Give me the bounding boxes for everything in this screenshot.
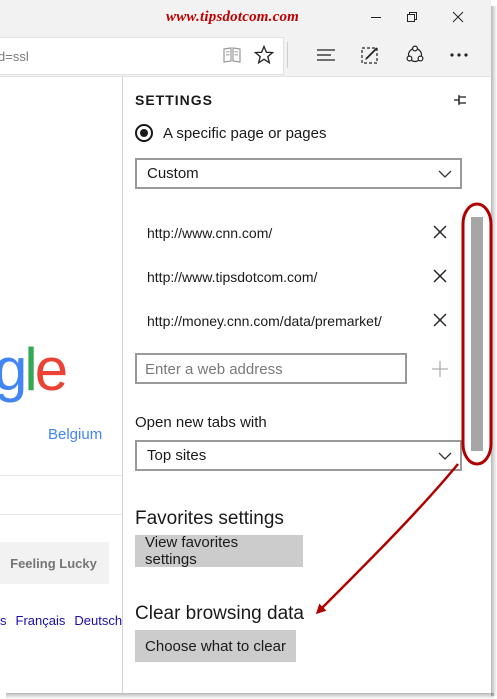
chevron-down-icon xyxy=(438,170,452,178)
restore-icon xyxy=(407,12,417,22)
language-link[interactable]: s xyxy=(0,613,7,628)
more-button[interactable] xyxy=(441,34,477,76)
radio-selected-dot xyxy=(140,129,148,137)
new-tabs-select[interactable]: Top sites xyxy=(135,440,462,471)
feeling-lucky-button[interactable]: Feeling Lucky xyxy=(0,542,109,584)
address-bar-text: d=ssl xyxy=(0,49,29,64)
browser-toolbar: d=ssl xyxy=(0,34,491,77)
share-icon xyxy=(406,45,424,63)
share-button[interactable] xyxy=(397,34,433,76)
reading-view-icon xyxy=(223,47,241,63)
language-link[interactable]: Deutsch xyxy=(74,613,122,628)
watermark-text: www.tipsdotcom.com xyxy=(166,9,300,25)
browser-window: www.tipsdotcom.com d=ssl gle Belgium Fee… xyxy=(0,0,491,693)
plus-icon xyxy=(432,361,448,377)
toolbar-separator xyxy=(287,42,288,68)
web-address-field[interactable] xyxy=(135,353,407,384)
web-note-button[interactable] xyxy=(352,34,388,76)
specific-page-radio[interactable] xyxy=(135,124,153,142)
google-region-label: Belgium xyxy=(48,426,103,443)
view-favorites-settings-button[interactable]: View favorites settings xyxy=(135,534,303,568)
google-logo: gle xyxy=(0,336,68,403)
window-shadow xyxy=(491,6,497,696)
close-icon xyxy=(433,269,447,283)
remove-url-button[interactable] xyxy=(430,222,450,242)
remove-url-button[interactable] xyxy=(430,310,450,330)
close-icon xyxy=(433,313,447,327)
clear-browsing-data-heading: Clear browsing data xyxy=(135,603,304,624)
minimize-icon xyxy=(371,17,381,18)
add-url-button[interactable] xyxy=(430,359,450,379)
settings-panel: SETTINGS A specific page or pages Custom… xyxy=(122,77,491,693)
title-bar: www.tipsdotcom.com xyxy=(0,0,491,34)
chevron-down-icon xyxy=(438,452,452,460)
page-type-select[interactable]: Custom xyxy=(135,158,462,189)
favorites-settings-heading: Favorites settings xyxy=(135,508,284,529)
hub-button[interactable] xyxy=(308,34,344,76)
startup-url-item: http://www.tipsdotcom.com/ xyxy=(147,269,318,285)
web-address-input[interactable] xyxy=(145,359,395,379)
language-link[interactable]: Français xyxy=(16,613,66,628)
new-tabs-label: Open new tabs with xyxy=(135,414,267,431)
web-page-content: gle Belgium Feeling Lucky s Français Deuts… xyxy=(0,77,122,693)
window-shadow xyxy=(6,693,494,699)
reading-view-button[interactable] xyxy=(214,34,250,76)
remove-url-button[interactable] xyxy=(430,266,450,286)
new-tabs-select-value: Top sites xyxy=(147,447,207,464)
choose-what-to-clear-button[interactable]: Choose what to clear xyxy=(135,630,296,662)
startup-url-item: http://money.cnn.com/data/premarket/ xyxy=(147,313,382,329)
favorites-button[interactable] xyxy=(246,34,282,76)
page-type-select-value: Custom xyxy=(147,165,199,182)
restore-button[interactable] xyxy=(389,0,435,34)
web-note-icon xyxy=(361,47,378,64)
startup-url-item: http://www.cnn.com/ xyxy=(147,225,273,241)
hub-icon xyxy=(317,49,335,61)
settings-title: SETTINGS xyxy=(135,92,214,108)
scrollbar-thumb[interactable] xyxy=(471,217,483,451)
specific-page-radio-label: A specific page or pages xyxy=(163,125,327,142)
star-icon xyxy=(254,45,274,65)
close-button[interactable] xyxy=(435,0,481,34)
divider xyxy=(0,475,122,476)
more-icon xyxy=(450,53,468,57)
close-icon xyxy=(433,225,447,239)
divider xyxy=(0,514,122,515)
language-links: s Français Deutsch xyxy=(0,613,131,628)
close-icon xyxy=(452,11,464,23)
